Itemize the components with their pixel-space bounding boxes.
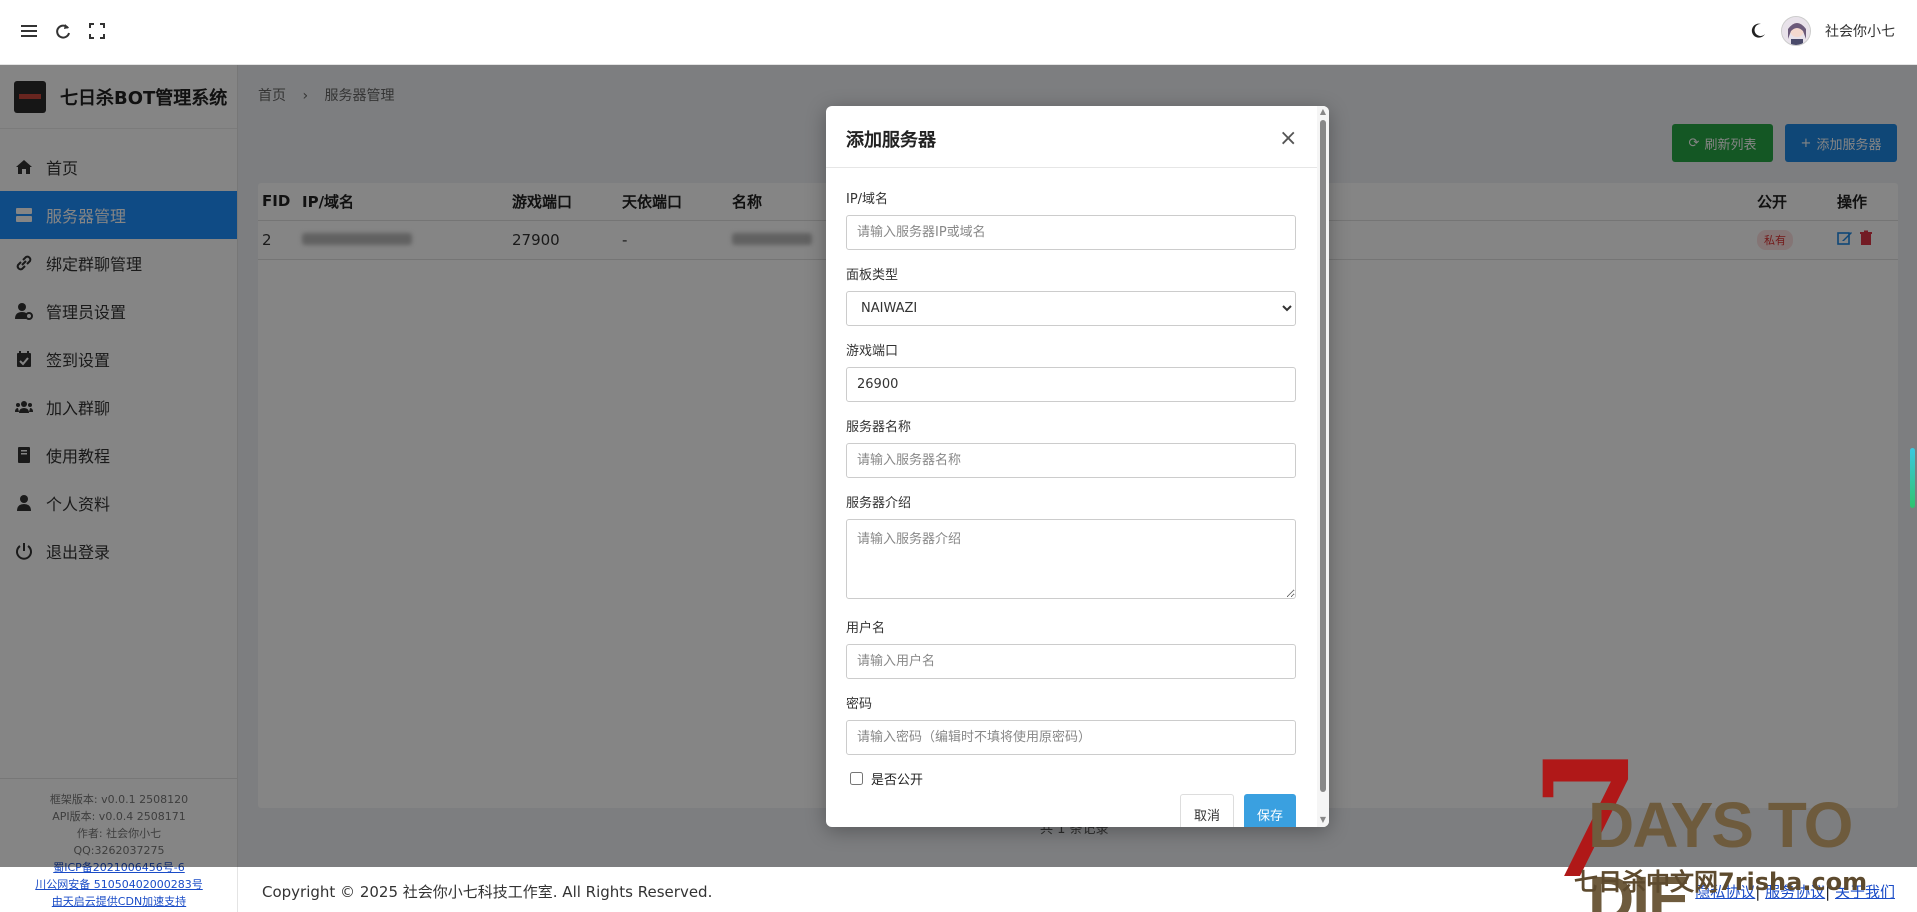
public-checkbox[interactable] [850, 772, 863, 785]
scroll-down-icon[interactable]: ▼ [1319, 816, 1327, 824]
modal-title: 添加服务器 [846, 130, 936, 151]
moon-icon[interactable] [1749, 22, 1767, 40]
scrollbar-thumb[interactable] [1320, 120, 1326, 792]
modal-header: 添加服务器 × [826, 106, 1329, 168]
fullscreen-icon[interactable] [88, 22, 106, 40]
game-port-input[interactable] [846, 367, 1296, 402]
username-input[interactable] [846, 644, 1296, 679]
copyright: Copyright © 2025 社会你小七科技工作室. All Rights … [262, 883, 713, 901]
close-icon[interactable]: × [1279, 128, 1297, 150]
cdn-link[interactable]: 由天启云提供CDN加速支持 [0, 893, 238, 910]
modal-scrollbar[interactable]: ▲ ▼ [1317, 106, 1329, 827]
cancel-button[interactable]: 取消 [1180, 794, 1234, 827]
menu-icon[interactable] [20, 22, 38, 40]
save-button[interactable]: 保存 [1244, 794, 1296, 827]
panel-type-select[interactable]: NAIWAZI [846, 291, 1296, 326]
page-scrollbar[interactable] [1910, 448, 1915, 508]
police-link[interactable]: 川公网安备 51050402000283号 [0, 876, 238, 893]
user-name[interactable]: 社会你小七 [1825, 21, 1895, 41]
password-label: 密码 [846, 697, 873, 712]
modal-body: IP/域名 面板类型 NAIWAZI 游戏端口 服务器名称 服务器介绍 用户名 … [846, 188, 1296, 788]
watermark-subtitle: 七日杀中文网7risha.com [1574, 868, 1868, 896]
avatar[interactable] [1781, 16, 1811, 46]
game-port-label: 游戏端口 [846, 344, 899, 359]
scroll-up-icon[interactable]: ▲ [1319, 108, 1327, 116]
public-checkbox-label: 是否公开 [871, 773, 924, 788]
password-input[interactable] [846, 720, 1296, 755]
server-intro-label: 服务器介绍 [846, 496, 912, 511]
watermark-logo: 7 DAYS TO DIE 七日杀中文网7risha.com [1530, 740, 1910, 912]
panel-type-label: 面板类型 [846, 268, 899, 283]
server-name-input[interactable] [846, 443, 1296, 478]
server-name-label: 服务器名称 [846, 420, 912, 435]
server-intro-textarea[interactable] [846, 519, 1296, 599]
username-label: 用户名 [846, 621, 886, 636]
add-server-modal: 添加服务器 × IP/域名 面板类型 NAIWAZI 游戏端口 服务器名称 服务… [826, 106, 1329, 827]
ip-label: IP/域名 [846, 192, 889, 207]
ip-input[interactable] [846, 215, 1296, 250]
refresh-icon[interactable] [54, 22, 72, 40]
top-navbar: 社会你小七 [0, 0, 1917, 65]
modal-footer: 取消 保存 [1180, 794, 1296, 827]
